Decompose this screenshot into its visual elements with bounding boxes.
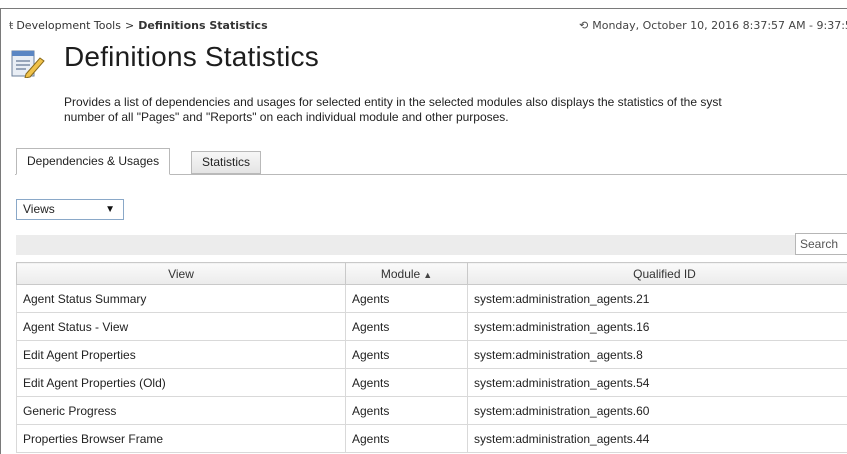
column-header-view[interactable]: View: [16, 262, 346, 285]
module-cell: Agents: [345, 312, 468, 341]
module-cell: Agents: [345, 284, 468, 313]
tab-dependencies-usages[interactable]: Dependencies & Usages: [16, 148, 171, 175]
view-name-cell[interactable]: Generic Progress: [16, 396, 346, 425]
view-name-cell[interactable]: Agent Status - View: [16, 312, 346, 341]
table-row[interactable]: Agent Status Summary Agents system:admin…: [16, 284, 847, 313]
breadcrumb-separator: >: [124, 19, 135, 32]
time-range[interactable]: ⟲ Monday, October 10, 2016 8:37:57 AM - 9…: [579, 19, 847, 32]
qualified-id-cell: system:administration_agents.8: [467, 340, 847, 369]
table-header-row: View Module ▲ Qualified ID: [16, 262, 847, 285]
view-name-cell[interactable]: Edit Agent Properties: [16, 340, 346, 369]
report-page-icon: [11, 50, 45, 78]
entity-type-value: Views: [23, 202, 55, 216]
window-border-left: [0, 9, 1, 454]
sort-ascending-icon: ▲: [423, 269, 433, 280]
module-cell: Agents: [345, 424, 468, 453]
qualified-id-cell: system:administration_agents.60: [467, 396, 847, 425]
breadcrumb-current: Definitions Statistics: [138, 19, 268, 32]
entity-type-select[interactable]: Views ▼: [16, 199, 124, 220]
description-line-2: number of all "Pages" and "Reports" on e…: [64, 110, 509, 124]
search-input[interactable]: Search: [795, 233, 847, 255]
dropdown-arrow-icon: ▼: [105, 204, 115, 215]
module-cell: Agents: [345, 340, 468, 369]
qualified-id-cell: system:administration_agents.21: [467, 284, 847, 313]
table-row[interactable]: Properties Browser Frame Agents system:a…: [16, 424, 847, 453]
breadcrumb-parent-link[interactable]: Development Tools: [16, 19, 121, 32]
table-toolbar: [16, 235, 847, 255]
column-label: Qualified ID: [633, 266, 696, 281]
qualified-id-cell: system:administration_agents.44: [467, 424, 847, 453]
qualified-id-cell: system:administration_agents.54: [467, 368, 847, 397]
view-name-cell[interactable]: Properties Browser Frame: [16, 424, 346, 453]
view-name-cell[interactable]: Agent Status Summary: [16, 284, 346, 313]
tools-icon: ŧ: [9, 19, 14, 32]
definitions-table: View Module ▲ Qualified ID Agent Status S…: [16, 262, 847, 453]
table-row[interactable]: Agent Status - View Agents system:admini…: [16, 312, 847, 341]
view-name-cell[interactable]: Edit Agent Properties (Old): [16, 368, 346, 397]
column-label: View: [168, 266, 194, 281]
module-cell: Agents: [345, 396, 468, 425]
refresh-icon[interactable]: ⟲: [579, 19, 588, 32]
column-header-qualified-id[interactable]: Qualified ID: [467, 262, 847, 285]
column-label: Module: [380, 266, 421, 281]
table-row[interactable]: Edit Agent Properties (Old) Agents syste…: [16, 368, 847, 397]
page-title: Definitions Statistics: [64, 41, 319, 72]
module-cell: Agents: [345, 368, 468, 397]
table-row[interactable]: Generic Progress Agents system:administr…: [16, 396, 847, 425]
column-header-module[interactable]: Module ▲: [345, 262, 468, 285]
tab-statistics[interactable]: Statistics: [191, 151, 262, 174]
page-description: Provides a list of dependencies and usag…: [64, 95, 722, 125]
breadcrumb: ŧ Development Tools > Definitions Statistic…: [9, 19, 268, 32]
time-range-text: Monday, October 10, 2016 8:37:57 AM - 9:…: [592, 19, 847, 32]
top-bar: ŧ Development Tools > Definitions Statistic…: [1, 9, 847, 37]
table-row[interactable]: Edit Agent Properties Agents system:admi…: [16, 340, 847, 369]
qualified-id-cell: system:administration_agents.16: [467, 312, 847, 341]
description-line-1: Provides a list of dependencies and usag…: [64, 95, 722, 109]
